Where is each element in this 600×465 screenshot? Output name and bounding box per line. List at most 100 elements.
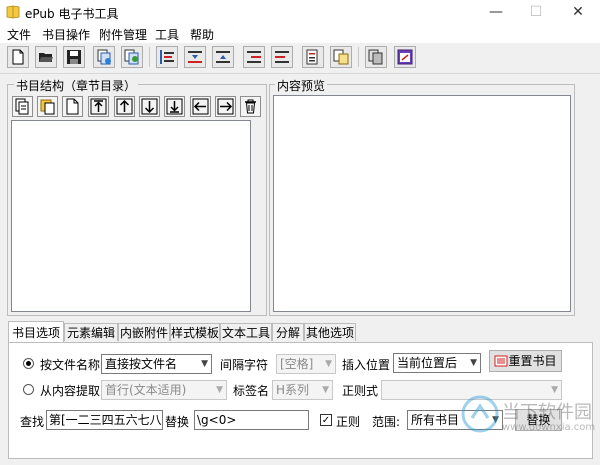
- sort-up-icon: [216, 51, 230, 63]
- insert-position-label: 插入位置: [342, 358, 391, 372]
- reset-toc-label: 重置书目: [508, 354, 557, 368]
- toolbar-separator: [149, 47, 150, 67]
- chevron-down-icon: ▼: [201, 359, 208, 369]
- scope-label: 范围:: [372, 415, 401, 429]
- replace-input[interactable]: \g<0>: [194, 410, 309, 430]
- menu-toc-ops[interactable]: 书目操作: [42, 26, 90, 43]
- add-folder-button[interactable]: [37, 96, 58, 117]
- menu-help[interactable]: 帮助: [190, 26, 214, 43]
- chevron-down-icon: ▼: [325, 359, 332, 369]
- sort-up-button[interactable]: [212, 46, 234, 68]
- settings-window-icon: [397, 49, 413, 65]
- indent-button[interactable]: [243, 46, 265, 68]
- add-chapter-button[interactable]: [12, 96, 33, 117]
- maximize-button[interactable]: ☐: [516, 0, 556, 24]
- chevron-down-icon: ▼: [216, 385, 223, 395]
- insert-position-select[interactable]: 当前位置后 ▼: [393, 353, 481, 373]
- split-pages-icon: [333, 49, 349, 65]
- copy-button[interactable]: [365, 46, 387, 68]
- reset-toc-button[interactable]: 重置书目: [489, 350, 562, 372]
- save-button[interactable]: [63, 46, 85, 68]
- menu-file[interactable]: 文件: [7, 26, 31, 43]
- arrow-up-icon: [116, 98, 133, 115]
- tab-element-edit[interactable]: 元素编辑: [64, 323, 118, 341]
- scope-value: 所有书目: [411, 413, 460, 427]
- arrow-right-icon: [217, 98, 234, 115]
- move-up-button[interactable]: [114, 96, 135, 117]
- export-button[interactable]: [121, 46, 143, 68]
- move-bottom-button[interactable]: [164, 96, 185, 117]
- title-bar: ePub 电子书工具 — ☐ ✕: [0, 0, 600, 24]
- toc-group-label: 书目结构（章节目录）: [14, 77, 139, 94]
- chevron-down-icon: ▼: [470, 358, 477, 368]
- by-content-radio[interactable]: [23, 384, 34, 395]
- new-button[interactable]: [7, 46, 29, 68]
- open-button[interactable]: [35, 46, 57, 68]
- tab-toc-options[interactable]: 书目选项: [8, 321, 64, 343]
- regex-checkbox[interactable]: ✓: [320, 414, 332, 426]
- toc-tree[interactable]: [11, 120, 251, 312]
- separator-label: 间隔字符: [220, 358, 269, 372]
- by-filename-radio[interactable]: [23, 358, 34, 369]
- move-down-button[interactable]: [139, 96, 160, 117]
- close-button[interactable]: ✕: [558, 0, 598, 24]
- insert-position-value: 当前位置后: [397, 356, 458, 370]
- import-button[interactable]: [93, 46, 115, 68]
- watermark-logo-icon: [461, 395, 499, 433]
- tag-label: 标签名: [233, 384, 270, 398]
- sort-down-button[interactable]: [184, 46, 206, 68]
- sort-down-icon: [188, 51, 202, 63]
- copy-pages-icon: [368, 49, 383, 65]
- filename-mode-select[interactable]: 直接按文件名 ▼: [101, 354, 212, 374]
- merge-button[interactable]: [302, 46, 324, 68]
- tab-split[interactable]: 分解: [272, 323, 304, 341]
- indent-icon: [247, 51, 261, 63]
- tab-embedded-attachments[interactable]: 内嵌附件: [118, 323, 170, 341]
- delete-button[interactable]: [240, 96, 261, 117]
- separator-select[interactable]: [空格] ▼: [276, 354, 336, 374]
- content-mode-select[interactable]: 首行(文本适用) ▼: [101, 380, 227, 400]
- tab-text-tools[interactable]: 文本工具: [220, 323, 272, 341]
- find-input[interactable]: 第[一二三四五六七八九: [46, 410, 163, 430]
- move-right-button[interactable]: [215, 96, 236, 117]
- preview-group-label: 内容预览: [275, 77, 328, 94]
- list-button[interactable]: [156, 46, 178, 68]
- minimize-button[interactable]: —: [476, 0, 516, 24]
- outdent-button[interactable]: [271, 46, 293, 68]
- tag-select[interactable]: H系列 ▼: [272, 380, 333, 400]
- menu-attachments[interactable]: 附件管理: [99, 26, 147, 43]
- tab-bar: 书目选项 元素编辑 内嵌附件 样式模板 文本工具 分解 其他选项: [8, 321, 593, 343]
- tag-value: H系列: [276, 383, 310, 397]
- toolbar: [0, 43, 600, 74]
- options-button[interactable]: [394, 46, 416, 68]
- move-left-button[interactable]: [190, 96, 211, 117]
- menu-bar: 文件 书目操作 附件管理 工具 帮助: [0, 24, 600, 43]
- tab-other-options[interactable]: 其他选项: [304, 323, 356, 341]
- by-content-label: 从内容提取: [40, 384, 101, 398]
- merge-lines-icon: [306, 49, 318, 65]
- regex-label: 正则式: [342, 384, 379, 398]
- folder-pages-icon: [40, 99, 55, 115]
- arrow-left-icon: [192, 98, 209, 115]
- content-preview[interactable]: [273, 95, 571, 312]
- split-button[interactable]: [330, 46, 352, 68]
- outdent-icon: [275, 51, 289, 63]
- by-filename-label: 按文件名称: [40, 358, 101, 372]
- content-mode-value: 首行(文本适用): [105, 383, 187, 397]
- separator-value: [空格]: [280, 357, 314, 371]
- list-lines-icon: [160, 50, 174, 64]
- new-item-button[interactable]: [62, 96, 83, 117]
- window-title: ePub 电子书工具: [25, 7, 119, 21]
- move-top-button[interactable]: [88, 96, 109, 117]
- watermark-brand: 当下软件园: [502, 402, 592, 423]
- arrow-top-icon: [90, 98, 107, 115]
- app-logo-icon: [6, 5, 20, 19]
- filename-mode-value: 直接按文件名: [105, 357, 178, 371]
- arrow-down-icon: [141, 98, 158, 115]
- menu-tools[interactable]: 工具: [155, 26, 179, 43]
- replace-label: 替换: [165, 415, 190, 429]
- find-label: 查找: [20, 415, 45, 429]
- reset-icon: [494, 355, 508, 367]
- new-doc-icon: [12, 49, 24, 65]
- tab-style-template[interactable]: 样式模板: [170, 323, 220, 341]
